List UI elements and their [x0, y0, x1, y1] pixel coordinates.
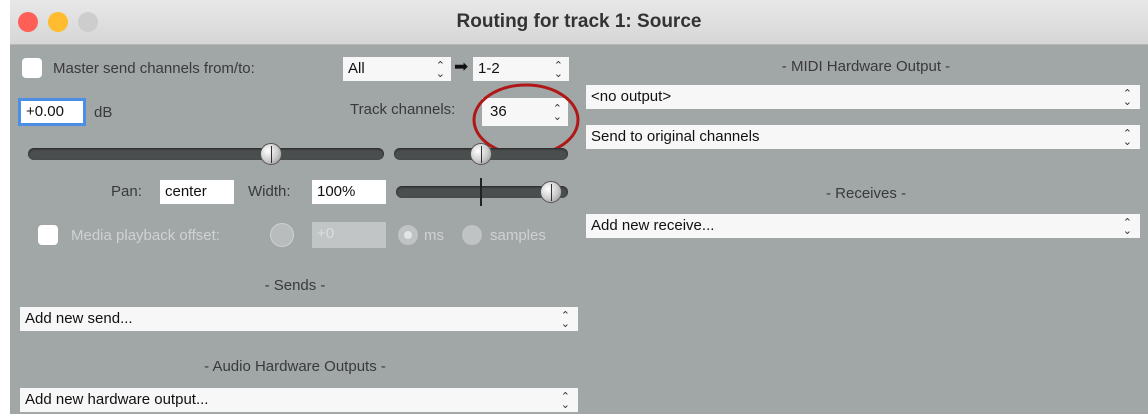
width-label: Width:: [248, 183, 291, 200]
media-offset-input[interactable]: +0: [312, 222, 386, 248]
samples-label: samples: [490, 227, 546, 244]
master-send-to-value: 1-2: [478, 60, 500, 77]
pan-input[interactable]: center: [160, 180, 234, 204]
window-title: Routing for track 1: Source: [456, 11, 702, 32]
routing-window: Routing for track 1: Source Master send …: [10, 0, 1148, 414]
receives-heading: - Receives -: [825, 185, 907, 202]
dropdown-icon: ⌃ ⌄: [1122, 87, 1132, 108]
audio-hw-heading: - Audio Hardware Outputs -: [204, 358, 386, 375]
samples-radio[interactable]: [462, 225, 482, 245]
desktop-edge: [0, 0, 10, 414]
midi-hw-heading: - MIDI Hardware Output -: [781, 58, 951, 75]
pan-slider-knob[interactable]: [470, 143, 492, 165]
master-send-from-value: All: [348, 60, 365, 77]
master-send-checkbox[interactable]: [22, 58, 42, 78]
master-send-from-select[interactable]: All ⌃ ⌄: [343, 57, 451, 81]
add-hardware-output-dropdown[interactable]: Add new hardware output... ⌃ ⌄: [20, 388, 578, 412]
volume-input[interactable]: +0.00: [18, 98, 86, 126]
ms-radio[interactable]: [398, 225, 418, 245]
dropdown-icon: ⌃ ⌄: [1122, 216, 1132, 237]
add-send-label: Add new send...: [25, 310, 133, 327]
add-receive-dropdown[interactable]: Add new receive... ⌃ ⌄: [586, 214, 1140, 238]
add-receive-label: Add new receive...: [591, 217, 715, 234]
media-offset-checkbox[interactable]: [38, 225, 58, 245]
volume-unit-label: dB: [94, 104, 113, 121]
width-slider-knob[interactable]: [540, 181, 562, 203]
width-center-marker: [480, 178, 482, 206]
track-channels-label: Track channels:: [350, 101, 456, 118]
midi-channel-mode-value: Send to original channels: [591, 128, 760, 145]
title-bar: Routing for track 1: Source: [10, 0, 1148, 45]
add-send-dropdown[interactable]: Add new send... ⌃ ⌄: [20, 307, 578, 331]
sends-heading: - Sends -: [264, 277, 326, 294]
volume-fader-track[interactable]: [28, 148, 384, 160]
dropdown-icon: ⌃ ⌄: [1122, 127, 1132, 148]
master-send-label: Master send channels from/to:: [53, 60, 255, 77]
midi-output-value: <no output>: [591, 88, 672, 105]
dropdown-icon: ⌃ ⌄: [560, 309, 570, 330]
arrow-right-icon: ➡: [454, 57, 469, 76]
dropdown-icon: ⌃ ⌄: [560, 390, 570, 411]
midi-output-dropdown[interactable]: <no output> ⌃ ⌄: [586, 85, 1140, 109]
media-offset-label: Media playback offset:: [71, 227, 220, 244]
media-offset-knob[interactable]: [270, 223, 294, 247]
midi-channel-mode-dropdown[interactable]: Send to original channels ⌃ ⌄: [586, 125, 1140, 149]
dropdown-icon: ⌃ ⌄: [553, 59, 563, 80]
width-input[interactable]: 100%: [312, 180, 386, 204]
pan-label: Pan:: [111, 183, 142, 200]
master-send-to-select[interactable]: 1-2 ⌃ ⌄: [473, 57, 569, 81]
add-hardware-output-label: Add new hardware output...: [25, 391, 209, 408]
ms-label: ms: [424, 227, 444, 244]
dropdown-icon: ⌃ ⌄: [435, 59, 445, 80]
volume-fader-knob[interactable]: [260, 143, 282, 165]
